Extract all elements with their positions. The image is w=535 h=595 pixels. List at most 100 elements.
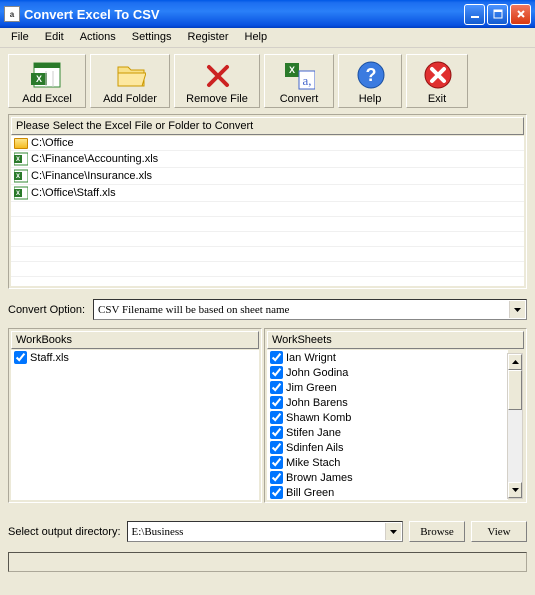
file-list[interactable]: C:\OfficeXC:\Finance\Accounting.xlsXC:\F… xyxy=(11,136,524,286)
file-row[interactable] xyxy=(11,232,524,247)
add-excel-icon: X xyxy=(31,59,63,91)
worksheet-row[interactable]: Ian Wrignt xyxy=(267,350,508,365)
svg-text:X: X xyxy=(289,65,295,75)
workbooks-list[interactable]: Staff.xls xyxy=(11,350,259,500)
worksheets-panel: WorkSheets Ian WrigntJohn GodinaJim Gree… xyxy=(264,328,527,503)
file-row[interactable]: X C:\Finance\Accounting.xls xyxy=(11,151,524,168)
worksheet-row[interactable]: Jim Green xyxy=(267,380,508,395)
toolbar-label: Remove File xyxy=(186,93,248,105)
file-row[interactable] xyxy=(11,217,524,232)
worksheet-row[interactable]: Brown James xyxy=(267,470,508,485)
titlebar[interactable]: a Convert Excel To CSV xyxy=(0,0,535,28)
output-directory-value: E:\Business xyxy=(132,526,184,538)
worksheet-label: John Godina xyxy=(286,367,348,379)
workbooks-header: WorkBooks xyxy=(11,331,259,349)
svg-text:?: ? xyxy=(366,65,377,85)
convert-option-value: CSV Filename will be based on sheet name xyxy=(98,304,289,316)
output-directory-select[interactable]: E:\Business xyxy=(127,521,403,542)
worksheet-label: Stifen Jane xyxy=(286,427,341,439)
workbook-row[interactable]: Staff.xls xyxy=(11,350,259,365)
worksheet-row[interactable]: Sdinfen Ails xyxy=(267,440,508,455)
help-button[interactable]: ? Help xyxy=(338,54,402,108)
worksheet-row[interactable]: Stifen Jane xyxy=(267,425,508,440)
close-button[interactable] xyxy=(510,4,531,25)
convert-option-label: Convert Option: xyxy=(8,304,85,316)
worksheet-checkbox[interactable] xyxy=(270,411,283,424)
worksheet-checkbox[interactable] xyxy=(270,471,283,484)
worksheet-checkbox[interactable] xyxy=(270,396,283,409)
svg-text:X: X xyxy=(16,157,20,163)
file-row[interactable]: XC:\Office\Staff.xls xyxy=(11,185,524,202)
file-row[interactable] xyxy=(11,262,524,277)
window-title: Convert Excel To CSV xyxy=(24,7,160,22)
worksheet-checkbox[interactable] xyxy=(270,366,283,379)
scrollbar[interactable] xyxy=(507,353,523,499)
help-icon: ? xyxy=(354,59,386,91)
remove-file-button[interactable]: Remove File xyxy=(174,54,260,108)
excel-file-icon: X xyxy=(14,169,28,183)
file-row[interactable]: XC:\Finance\Insurance.xls xyxy=(11,168,524,185)
statusbar xyxy=(8,552,527,572)
svg-text:a,: a, xyxy=(302,73,311,88)
worksheet-label: Shawn Komb xyxy=(286,412,351,424)
chevron-down-icon xyxy=(385,523,401,540)
file-row[interactable] xyxy=(11,202,524,217)
toolbar-label: Exit xyxy=(428,93,446,105)
file-path: C:\Finance\Accounting.xls xyxy=(31,153,158,165)
worksheets-list[interactable]: Ian Wrignt John Godina Jim Green John Baren… xyxy=(267,350,508,500)
worksheet-label: John Barens xyxy=(286,397,348,409)
menu-actions[interactable]: Actions xyxy=(73,30,123,45)
output-directory-label: Select output directory: xyxy=(8,526,121,538)
toolbar: X Add Excel Add Folder Remove File Xa,Conver… xyxy=(0,48,535,114)
worksheet-row[interactable]: John Godina xyxy=(267,365,508,380)
worksheet-row[interactable]: Shawn Komb xyxy=(267,410,508,425)
worksheet-row[interactable]: Mike Stach xyxy=(267,455,508,470)
scroll-up-button[interactable] xyxy=(508,354,522,370)
browse-button[interactable]: Browse xyxy=(409,521,465,542)
exit-icon xyxy=(421,59,453,91)
exit-button[interactable]: Exit xyxy=(406,54,468,108)
view-button[interactable]: View xyxy=(471,521,527,542)
scroll-thumb[interactable] xyxy=(508,370,522,410)
convert-button[interactable]: Xa,Convert xyxy=(264,54,334,108)
workbook-label: Staff.xls xyxy=(30,352,69,364)
worksheet-checkbox[interactable] xyxy=(270,441,283,454)
worksheet-checkbox[interactable] xyxy=(270,381,283,394)
worksheet-checkbox[interactable] xyxy=(270,456,283,469)
add-folder-button[interactable]: Add Folder xyxy=(90,54,170,108)
remove-file-icon xyxy=(201,59,233,91)
file-row[interactable] xyxy=(11,277,524,286)
worksheet-checkbox[interactable] xyxy=(270,426,283,439)
menu-settings[interactable]: Settings xyxy=(125,30,179,45)
file-row[interactable]: C:\Office xyxy=(11,136,524,151)
scroll-down-button[interactable] xyxy=(508,482,522,498)
folder-icon xyxy=(14,138,28,149)
scroll-track[interactable] xyxy=(508,410,522,482)
menu-edit[interactable]: Edit xyxy=(38,30,71,45)
svg-text:X: X xyxy=(36,74,42,84)
worksheet-label: Brown James xyxy=(286,472,353,484)
maximize-button[interactable] xyxy=(487,4,508,25)
worksheet-label: Jim Green xyxy=(286,382,337,394)
toolbar-label: Add Excel xyxy=(22,93,72,105)
worksheet-row[interactable]: Bill Green xyxy=(267,485,508,500)
file-row[interactable] xyxy=(11,247,524,262)
file-path: C:\Finance\Insurance.xls xyxy=(31,170,152,182)
workbook-checkbox[interactable] xyxy=(14,351,27,364)
worksheet-row[interactable]: John Barens xyxy=(267,395,508,410)
file-panel-header: Please Select the Excel File or Folder t… xyxy=(11,117,524,135)
worksheet-checkbox[interactable] xyxy=(270,351,283,364)
menu-help[interactable]: Help xyxy=(238,30,275,45)
file-panel: Please Select the Excel File or Folder t… xyxy=(8,114,527,289)
add-folder-icon xyxy=(114,59,146,91)
minimize-button[interactable] xyxy=(464,4,485,25)
workbooks-panel: WorkBooks Staff.xls xyxy=(8,328,262,503)
add-excel-button[interactable]: X Add Excel xyxy=(8,54,86,108)
worksheet-label: Mike Stach xyxy=(286,457,340,469)
menu-register[interactable]: Register xyxy=(181,30,236,45)
toolbar-label: Help xyxy=(359,93,382,105)
file-path: C:\Office xyxy=(31,137,74,149)
menu-file[interactable]: File xyxy=(4,30,36,45)
convert-option-select[interactable]: CSV Filename will be based on sheet name xyxy=(93,299,527,320)
worksheet-checkbox[interactable] xyxy=(270,486,283,499)
